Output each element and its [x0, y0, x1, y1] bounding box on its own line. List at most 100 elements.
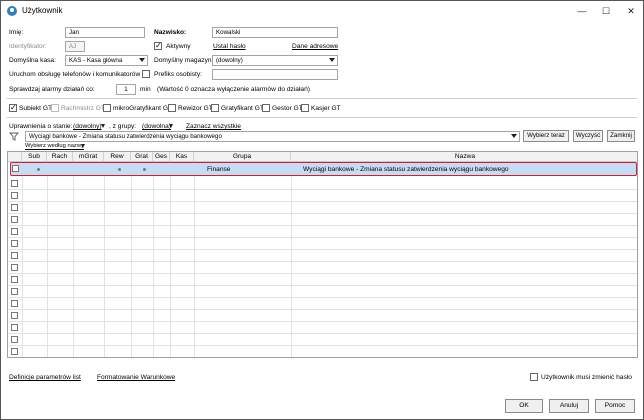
identyfikator-input[interactable]: AJ	[65, 41, 85, 52]
column-header[interactable]: Rach	[47, 152, 73, 162]
ok-button[interactable]: OK	[505, 399, 543, 413]
permission-search-combo[interactable]: Wyciągi bankowe - Zmiana statusu zatwier…	[25, 131, 520, 142]
chevron-down-icon[interactable]	[101, 124, 105, 128]
table-row[interactable]	[8, 334, 637, 346]
kasa-select[interactable]: KAS - Kasa główna	[65, 55, 148, 66]
dane-adresowe-link[interactable]: Dane adresowe	[292, 43, 338, 50]
column-header[interactable]: Nazwa	[291, 152, 637, 162]
table-row[interactable]	[8, 322, 637, 334]
musi-zmienic-checkbox[interactable]	[530, 373, 538, 381]
grat-marker	[143, 168, 146, 171]
table-row[interactable]	[8, 178, 637, 190]
table-row[interactable]	[8, 226, 637, 238]
column-header[interactable]: Grupa	[194, 152, 291, 162]
chevron-down-icon[interactable]	[169, 124, 173, 128]
chevron-down-icon	[511, 134, 517, 138]
role-subiekt-checkbox[interactable]	[9, 103, 17, 113]
row-checkbox[interactable]	[11, 228, 18, 235]
maximize-button[interactable]: ☐	[594, 4, 618, 18]
column-header[interactable]: Sub	[22, 152, 47, 162]
table-row[interactable]	[8, 298, 637, 310]
row-checkbox[interactable]	[11, 276, 18, 283]
column-header[interactable]: Kas	[170, 152, 194, 162]
grid-divider	[291, 162, 292, 357]
definicje-link[interactable]: Definicje parametrów list	[9, 374, 81, 381]
imie-label: Imię:	[9, 29, 24, 36]
w-stanie-link[interactable]: (dowolny)	[73, 123, 102, 130]
role-kasjer-checkbox[interactable]	[301, 104, 309, 112]
column-header[interactable]: mGrat	[73, 152, 104, 162]
table-row[interactable]	[8, 202, 637, 214]
row-checkbox[interactable]	[11, 348, 18, 355]
row-checkbox[interactable]	[11, 192, 18, 199]
grid-divider	[153, 162, 154, 357]
row-checkbox[interactable]	[11, 252, 18, 259]
column-header[interactable]: Rew	[104, 152, 131, 162]
table-row[interactable]	[8, 238, 637, 250]
alarmy-input[interactable]: 1	[116, 84, 136, 95]
separator	[7, 117, 637, 118]
prefiks-label: Prefiks osobisty:	[154, 71, 203, 78]
role-gratyfikant-label: Gratyfikant GT	[221, 105, 264, 112]
grupy-label: , z grupy:	[109, 123, 137, 130]
grid-header: Sub Rach mGrat Rew Grat Ges Kas Grupa Na…	[8, 152, 637, 162]
grid-header-check	[8, 152, 22, 162]
row-checkbox[interactable]	[11, 216, 18, 223]
filter-icon[interactable]	[9, 132, 20, 141]
grid-divider	[170, 162, 171, 357]
role-rachmistrz-checkbox[interactable]	[51, 104, 59, 112]
table-row[interactable]	[8, 310, 637, 322]
column-header[interactable]: Grat	[131, 152, 153, 162]
row-checkbox[interactable]	[11, 312, 18, 319]
zaznacz-wszystkie-link[interactable]: Zaznacz wszystkie	[186, 123, 241, 130]
role-rewizor-checkbox[interactable]	[168, 104, 176, 112]
table-row[interactable]	[8, 190, 637, 202]
zamknij-button[interactable]: Zamknij	[607, 130, 635, 142]
role-gestor-label: Gestor GT	[272, 105, 303, 112]
ustal-haslo-link[interactable]: Ustal hasło	[213, 43, 246, 50]
imie-input[interactable]: Jan	[65, 27, 145, 38]
row-checkbox[interactable]	[11, 336, 18, 343]
telefony-checkbox[interactable]	[142, 70, 150, 78]
table-row[interactable]	[8, 214, 637, 226]
grupy-link[interactable]: (dowolna)	[142, 123, 171, 130]
magazyn-select[interactable]: (dowolny)	[212, 55, 338, 66]
role-kasjer-label: Kasjer GT	[311, 105, 341, 112]
table-row[interactable]	[8, 274, 637, 286]
row-checkbox[interactable]	[11, 300, 18, 307]
alarmy-unit: min	[140, 86, 151, 93]
sort-label[interactable]: Wybierz według nazwy	[25, 143, 84, 150]
minimize-button[interactable]: —	[570, 4, 594, 18]
chevron-down-icon	[329, 58, 335, 62]
wybierz-teraz-button[interactable]: Wybierz teraz	[523, 130, 569, 142]
nazwisko-input[interactable]: Kowalski	[212, 27, 338, 38]
row-checkbox[interactable]	[11, 288, 18, 295]
prefiks-input[interactable]	[212, 69, 338, 80]
table-row[interactable]	[8, 286, 637, 298]
table-row[interactable]	[8, 262, 637, 274]
column-header[interactable]: Ges	[153, 152, 170, 162]
chevron-down-icon[interactable]	[81, 144, 85, 148]
formatowanie-link[interactable]: Formatowanie Warunkowe	[97, 374, 175, 381]
role-gratyfikant-checkbox[interactable]	[211, 104, 219, 112]
row-checkbox[interactable]	[11, 204, 18, 211]
close-button[interactable]: ✕	[619, 4, 643, 18]
row-checkbox[interactable]	[11, 180, 18, 187]
aktywny-checkbox[interactable]	[154, 41, 162, 51]
pomoc-button[interactable]: Pomoc	[595, 399, 635, 413]
row-checkbox[interactable]	[12, 165, 19, 172]
table-row[interactable]	[8, 250, 637, 262]
row-grupa: Finanse	[207, 166, 231, 173]
wyczysc-button[interactable]: Wyczyść	[573, 130, 603, 142]
row-checkbox[interactable]	[11, 324, 18, 331]
table-row[interactable]	[8, 346, 637, 357]
chevron-down-icon	[139, 58, 145, 62]
anuluj-button[interactable]: Anuluj	[549, 399, 589, 413]
row-nazwa: Wyciągi bankowe - Zmiana statusu zatwier…	[303, 166, 509, 173]
row-checkbox[interactable]	[11, 264, 18, 271]
role-gestor-checkbox[interactable]	[262, 104, 270, 112]
role-mikrogratyfikant-checkbox[interactable]	[103, 104, 111, 112]
row-checkbox[interactable]	[11, 240, 18, 247]
selected-table-row[interactable]: Finanse Wyciągi bankowe - Zmiana statusu…	[10, 162, 637, 176]
identyfikator-label: Identyfikator:	[9, 43, 47, 50]
